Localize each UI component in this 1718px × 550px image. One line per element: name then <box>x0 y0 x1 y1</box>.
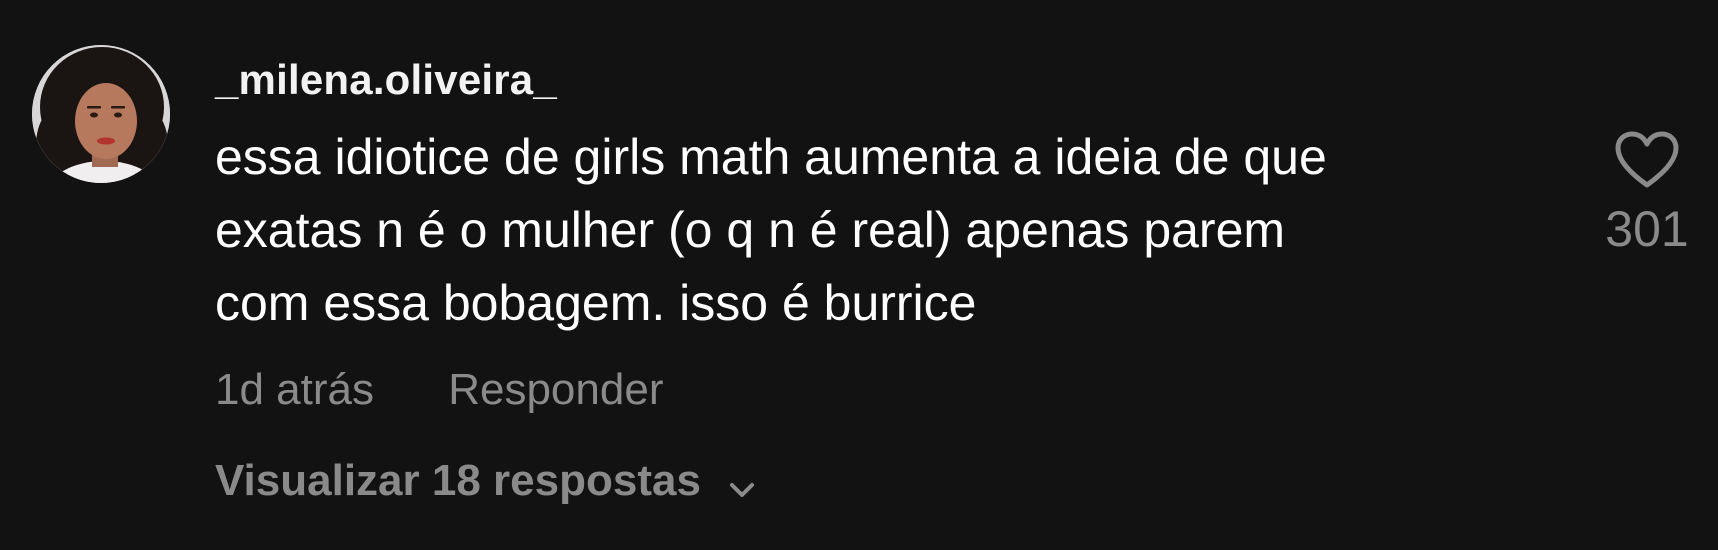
chevron-down-icon <box>727 466 757 497</box>
username[interactable]: _milena.oliveira_ <box>215 56 557 104</box>
comment-item: _milena.oliveira_ essa idiotice de girls… <box>0 0 1718 550</box>
reply-button[interactable]: Responder <box>448 365 663 415</box>
comment-text-line: essa idiotice de girls math aumenta a id… <box>215 129 1327 185</box>
avatar-image <box>32 45 170 183</box>
comment-text: essa idiotice de girls math aumenta a id… <box>215 121 1545 340</box>
timestamp: 1d atrás <box>215 365 374 414</box>
view-replies-button[interactable]: Visualizar 18 respostas <box>215 456 757 506</box>
comment-meta: 1d atrás Responder <box>215 365 663 415</box>
heart-icon[interactable] <box>1614 130 1680 190</box>
avatar[interactable] <box>32 45 170 183</box>
view-replies-label: Visualizar 18 respostas <box>215 456 701 505</box>
like-area: 301 <box>1590 130 1690 258</box>
comment-text-line: exatas n é o mulher (o q n é real) apena… <box>215 202 1286 258</box>
like-count: 301 <box>1605 201 1689 257</box>
comment-text-line: com essa bobagem. isso é burrice <box>215 275 977 331</box>
